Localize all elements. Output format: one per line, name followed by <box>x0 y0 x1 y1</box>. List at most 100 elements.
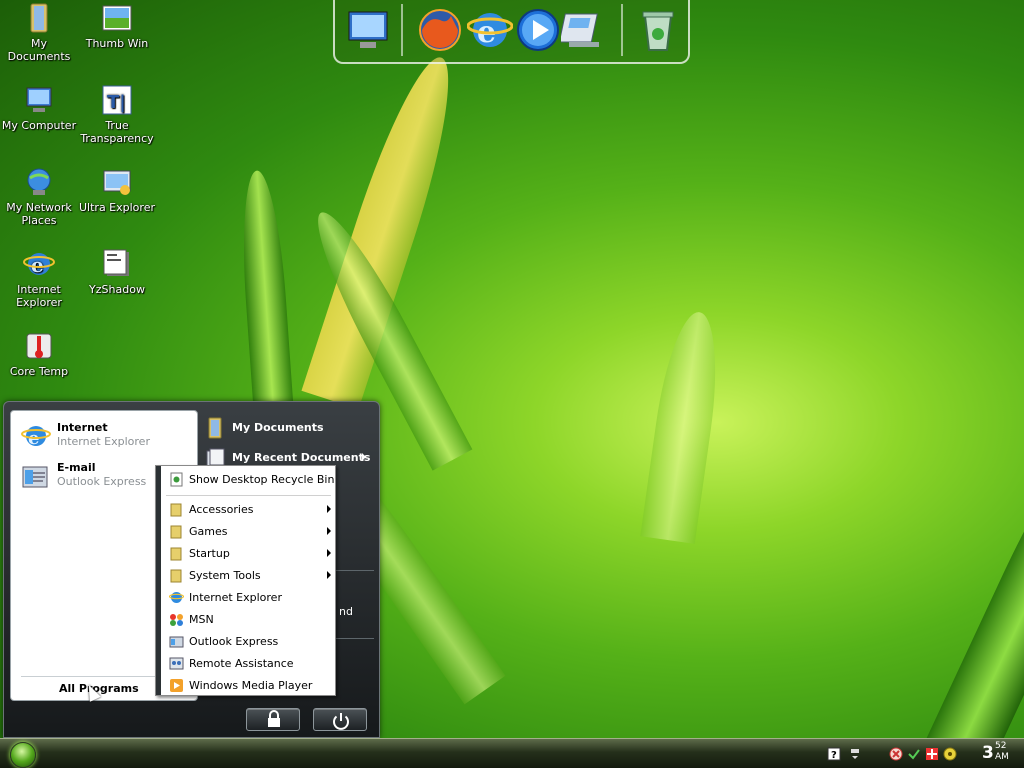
pinned-title: Internet <box>57 421 108 434</box>
menu-item-windows-media-player[interactable]: Windows Media Player <box>161 674 335 696</box>
desktop-icon-thumb-win[interactable]: Thumb Win <box>78 2 156 50</box>
desktop-icon-internet-explorer[interactable]: e Internet Explorer <box>0 248 78 309</box>
internet-explorer-icon[interactable]: e <box>467 6 513 54</box>
menu-item-label: Accessories <box>189 503 254 516</box>
folder-icon <box>170 503 182 517</box>
network-status-icon[interactable] <box>907 747 921 761</box>
menu-item-system-tools[interactable]: System Tools <box>161 564 335 586</box>
menu-item-show-desktop-recycle-bin[interactable]: Show Desktop Recycle Bin <box>161 468 335 490</box>
dock-separator <box>401 4 403 56</box>
firefox-icon[interactable] <box>417 6 463 54</box>
menu-item-accessories[interactable]: Accessories <box>161 498 335 520</box>
menu-item-games[interactable]: Games <box>161 520 335 542</box>
menu-item-label: Startup <box>189 547 230 560</box>
menu-item-remote-assistance[interactable]: Remote Assistance <box>161 652 335 674</box>
network-icon <box>27 168 51 195</box>
shadow-app-icon <box>103 249 129 276</box>
chevron-right-icon <box>327 549 331 557</box>
dock-separator <box>621 4 623 56</box>
app-tray-icon[interactable] <box>943 747 957 761</box>
control-panel-icon[interactable] <box>561 6 607 54</box>
pinned-internet[interactable]: e Internet Internet Explorer <box>21 419 196 453</box>
folder-icon <box>170 547 182 561</box>
menu-item-msn[interactable]: MSN <box>161 608 335 630</box>
desktop-icon-label: My Network Places <box>6 201 72 227</box>
folder-icon <box>170 569 182 583</box>
power-icon <box>333 713 349 730</box>
chevron-right-icon <box>327 571 331 579</box>
pinned-subtitle: Internet Explorer <box>57 435 150 448</box>
recycle-bin-icon[interactable] <box>635 6 681 54</box>
thermometer-icon <box>26 333 52 359</box>
clock-ampm: AM <box>995 752 1009 762</box>
recycle-bin-small-icon <box>170 472 183 487</box>
menu-item-label: Show Desktop Recycle Bin <box>189 473 335 486</box>
outlook-express-icon <box>22 466 48 488</box>
media-player-icon[interactable] <box>515 6 561 54</box>
outlook-express-icon <box>169 636 184 648</box>
start-button[interactable] <box>10 742 36 768</box>
menu-item-label: System Tools <box>189 569 261 582</box>
taskbar: ? 3 52 AM <box>0 738 1024 768</box>
desktop-icon-ultra-explorer[interactable]: Ultra Explorer <box>78 166 156 214</box>
grass-blade <box>640 308 727 544</box>
menu-item-outlook-express[interactable]: Outlook Express <box>161 630 335 652</box>
right-link-label: My Documents <box>232 421 324 434</box>
explorer-icon <box>103 170 131 195</box>
menu-item-internet-explorer[interactable]: Internet Explorer <box>161 586 335 608</box>
grass-blade <box>236 169 295 432</box>
menu-item-label: Outlook Express <box>189 635 279 648</box>
power-button[interactable] <box>313 708 367 731</box>
chevron-right-icon <box>362 453 366 461</box>
remote-assistance-icon <box>169 657 184 670</box>
desktop-icon-yzshadow[interactable]: YzShadow <box>78 248 156 296</box>
desktop-icon-my-network-places[interactable]: My Network Places <box>0 166 78 227</box>
desktop-icon-label: My Documents <box>7 37 71 63</box>
menu-item-label: Internet Explorer <box>189 591 282 604</box>
tray-expand-icon[interactable] <box>848 747 862 761</box>
desktop-icon-core-temp[interactable]: Core Temp <box>0 330 78 378</box>
desktop-icon-label: True Transparency <box>80 119 154 145</box>
right-link-partial-label: nd <box>339 605 353 618</box>
media-player-icon <box>170 679 183 692</box>
right-link-my-documents[interactable]: My Documents <box>204 414 374 440</box>
desktop-icon-label: Thumb Win <box>85 37 149 50</box>
lock-button[interactable] <box>246 708 300 731</box>
menu-item-startup[interactable]: Startup <box>161 542 335 564</box>
ie-icon: e <box>23 253 55 277</box>
desktop-icon-label: Internet Explorer <box>16 283 62 309</box>
desktop-icon-label: YzShadow <box>89 283 145 296</box>
picture-icon <box>102 5 132 31</box>
svg-text:?: ? <box>831 750 837 761</box>
lock-icon <box>268 710 280 727</box>
app-icon: T| <box>102 85 132 115</box>
desktop-icon-label: Ultra Explorer <box>79 201 155 214</box>
desktop-icon-label: My Computer <box>1 119 77 132</box>
pinned-subtitle: Outlook Express <box>57 475 147 488</box>
msn-butterfly-icon <box>170 614 183 626</box>
desktop-icon-true-transparency[interactable]: T| True Transparency <box>78 84 156 145</box>
desktop-icon-my-computer[interactable]: My Computer <box>0 84 78 132</box>
ie-icon: e <box>21 426 51 449</box>
computer-icon <box>26 87 52 112</box>
chevron-right-icon <box>327 505 331 513</box>
menu-item-label: Games <box>189 525 228 538</box>
pinned-title: E-mail <box>57 461 96 474</box>
shield-warning-icon[interactable] <box>889 747 903 761</box>
folder-documents-icon <box>30 3 48 33</box>
folder-documents-icon <box>208 417 222 439</box>
divider <box>166 495 331 496</box>
svg-text:T|: T| <box>107 92 126 113</box>
desktop-icon-label: Core Temp <box>9 365 69 378</box>
grass-blade <box>923 400 1024 768</box>
clock-minute: 52 <box>995 741 1007 751</box>
desktop-icon-my-documents[interactable]: My Documents <box>0 2 78 63</box>
help-icon[interactable]: ? <box>827 747 841 761</box>
security-icon[interactable] <box>925 747 939 761</box>
ie-icon <box>169 592 184 603</box>
all-programs-submenu: Show Desktop Recycle Bin Accessories Gam… <box>155 465 336 696</box>
my-computer-icon[interactable] <box>345 6 391 54</box>
right-link-label: My Recent Documents <box>232 451 371 464</box>
menu-item-label: Windows Media Player <box>189 679 313 692</box>
menu-item-label: MSN <box>189 613 214 626</box>
